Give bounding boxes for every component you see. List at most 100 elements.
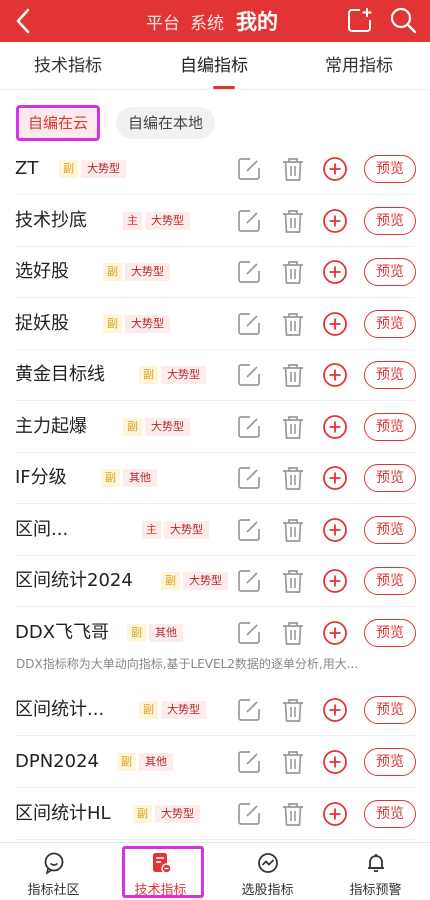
preview-button[interactable]: 预览 — [364, 258, 416, 286]
trash-icon[interactable] — [280, 208, 306, 234]
edit-icon[interactable] — [236, 620, 262, 646]
edit-icon[interactable] — [236, 697, 262, 723]
indicator-name: DPN2024 — [15, 751, 99, 772]
category-badge: 大势型 — [183, 572, 228, 590]
bottom-nav-alert[interactable]: 指标预警 — [322, 843, 429, 900]
bottom-nav-label: 指标预警 — [349, 883, 402, 898]
trash-icon[interactable] — [280, 156, 306, 182]
role-badge: 副 — [139, 701, 158, 719]
add-circle-icon[interactable] — [322, 517, 348, 543]
indicator-row[interactable]: 区间... 主大势型 预览 — [0, 504, 430, 556]
edit-icon[interactable] — [236, 801, 262, 827]
nav-system[interactable]: 系统 — [190, 9, 224, 34]
edit-icon[interactable] — [236, 311, 262, 337]
preview-button[interactable]: 预览 — [364, 696, 416, 724]
add-circle-icon[interactable] — [322, 362, 348, 388]
indicator-row[interactable]: 选好股 副大势型 预览 — [0, 246, 430, 298]
preview-button[interactable]: 预览 — [364, 800, 416, 828]
indicator-row[interactable]: IF分级 副其他 预览 — [0, 452, 430, 504]
role-badge: 主 — [123, 212, 142, 230]
preview-button[interactable]: 预览 — [364, 567, 416, 595]
filter-cloud[interactable]: 自编在云 — [16, 105, 101, 141]
indicator-name: 捉妖股 — [15, 313, 69, 334]
bottom-nav-label: 选股指标 — [241, 883, 294, 898]
indicator-row[interactable]: 区间统计2024 副大势型 预览 — [0, 555, 430, 607]
add-circle-icon[interactable] — [322, 620, 348, 646]
indicator-row[interactable]: 主力起爆 副大势型 预览 — [0, 401, 430, 453]
trash-icon[interactable] — [280, 517, 306, 543]
trash-icon[interactable] — [280, 465, 306, 491]
add-circle-icon[interactable] — [322, 259, 348, 285]
indicator-row[interactable]: DPN2024 副其他 预览 — [0, 736, 430, 788]
indicator-row[interactable]: 技术抄底 主大势型 预览 — [0, 195, 430, 247]
add-circle-icon[interactable] — [322, 156, 348, 182]
trash-icon[interactable] — [280, 568, 306, 594]
add-circle-icon[interactable] — [322, 749, 348, 775]
indicator-name: 技术抄底 — [15, 210, 87, 231]
edit-icon[interactable] — [236, 568, 262, 594]
add-circle-icon[interactable] — [322, 208, 348, 234]
indicator-row[interactable]: 区间统计HL 副大势型 预览 — [0, 788, 430, 840]
back-arrow-icon[interactable] — [10, 6, 38, 36]
role-badge: 副 — [139, 366, 158, 384]
role-badge: 副 — [103, 263, 122, 281]
edit-icon[interactable] — [236, 259, 262, 285]
indicator-row[interactable]: ZT 副大势型 预览 — [0, 143, 430, 195]
preview-button[interactable]: 预览 — [364, 516, 416, 544]
add-circle-icon[interactable] — [322, 465, 348, 491]
trash-icon[interactable] — [280, 697, 306, 723]
indicator-name: 区间统计HL — [15, 803, 111, 824]
tab-common[interactable]: 常用指标 — [325, 42, 393, 90]
add-circle-icon[interactable] — [322, 311, 348, 337]
trash-icon[interactable] — [280, 414, 306, 440]
preview-button[interactable]: 预览 — [364, 310, 416, 338]
indicator-name: 区间... — [15, 519, 69, 540]
nav-platform[interactable]: 平台 — [146, 9, 180, 34]
edit-icon[interactable] — [236, 208, 262, 234]
indicator-row[interactable]: 黄金目标线 副大势型 预览 — [0, 349, 430, 401]
top-bar: 平台 系统 我的 — [0, 0, 430, 42]
edit-icon[interactable] — [236, 517, 262, 543]
bottom-nav-stock-picking[interactable]: 选股指标 — [214, 843, 321, 900]
preview-button[interactable]: 预览 — [364, 413, 416, 441]
add-circle-icon[interactable] — [322, 414, 348, 440]
trash-icon[interactable] — [280, 749, 306, 775]
preview-button[interactable]: 预览 — [364, 207, 416, 235]
preview-button[interactable]: 预览 — [364, 464, 416, 492]
trash-icon[interactable] — [280, 801, 306, 827]
trash-icon[interactable] — [280, 259, 306, 285]
indicator-row[interactable]: 捉妖股 副大势型 预览 — [0, 298, 430, 350]
ddx-description: DDX指标称为大单动向指标,基于LEVEL2数据的逐单分析,用大... — [16, 657, 359, 671]
bottom-nav: 指标社区 技术指标 选股指标 指标预警 — [0, 842, 430, 900]
indicator-row[interactable]: 区间统计... 副大势型 预览 — [0, 684, 430, 736]
trash-icon[interactable] — [280, 362, 306, 388]
preview-button[interactable]: 预览 — [364, 619, 416, 647]
bottom-nav-community[interactable]: 指标社区 — [0, 843, 107, 900]
indicator-row[interactable]: DDX飞飞哥副其他 预览 — [0, 607, 430, 659]
indicator-name: ZT — [15, 158, 39, 179]
edit-icon[interactable] — [236, 156, 262, 182]
preview-button[interactable]: 预览 — [364, 155, 416, 183]
add-box-icon[interactable] — [346, 6, 374, 34]
add-circle-icon[interactable] — [322, 568, 348, 594]
nav-mine[interactable]: 我的 — [236, 6, 278, 36]
edit-icon[interactable] — [236, 749, 262, 775]
filter-local[interactable]: 自编在本地 — [116, 107, 216, 139]
edit-icon[interactable] — [236, 414, 262, 440]
role-badge: 副 — [117, 753, 136, 771]
tab-technical[interactable]: 技术指标 — [34, 42, 102, 90]
edit-icon[interactable] — [236, 465, 262, 491]
preview-button[interactable]: 预览 — [364, 361, 416, 389]
trash-icon[interactable] — [280, 620, 306, 646]
tab-custom[interactable]: 自编指标 — [180, 42, 248, 90]
indicator-name: DDX飞飞哥 — [15, 622, 110, 643]
preview-button[interactable]: 预览 — [364, 748, 416, 776]
search-icon[interactable] — [388, 5, 418, 35]
edit-icon[interactable] — [236, 362, 262, 388]
add-circle-icon[interactable] — [322, 697, 348, 723]
category-badge: 大势型 — [81, 160, 126, 178]
category-badge: 大势型 — [125, 315, 170, 333]
role-badge: 副 — [127, 624, 146, 642]
trash-icon[interactable] — [280, 311, 306, 337]
add-circle-icon[interactable] — [322, 801, 348, 827]
